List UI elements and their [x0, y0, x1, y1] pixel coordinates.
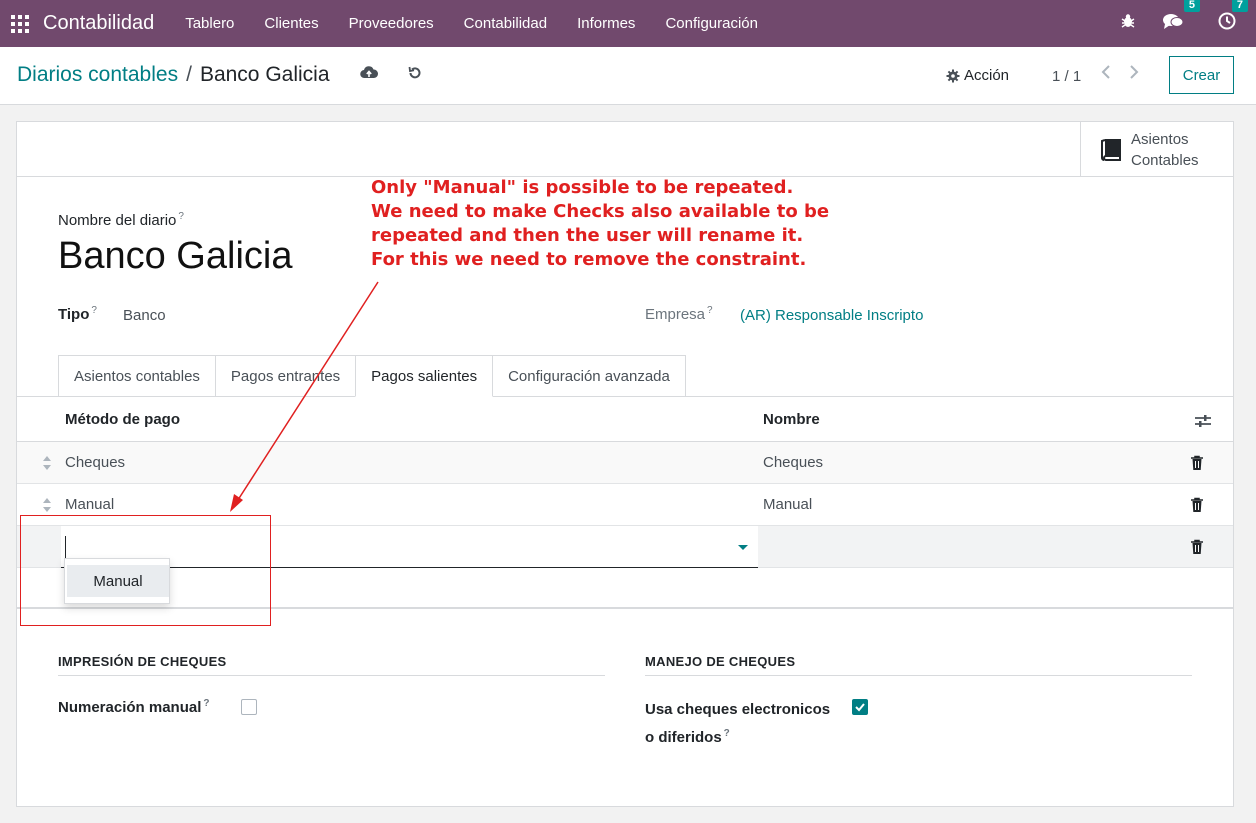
help-icon[interactable]: ?: [707, 305, 713, 316]
messages-icon[interactable]: 5: [1162, 0, 1200, 35]
create-button[interactable]: Crear: [1169, 56, 1234, 94]
journal-entries-smart-button[interactable]: Asientos Contables: [1080, 122, 1233, 177]
annotation-highlight-box: [20, 515, 271, 626]
type-label: Tipo?: [58, 305, 97, 323]
messages-badge: 5: [1183, 0, 1200, 12]
tab-pagos-salientes[interactable]: Pagos salientes: [355, 355, 494, 397]
tab-pagos-entrantes[interactable]: Pagos entrantes: [214, 355, 357, 396]
chevron-right-icon[interactable]: [1129, 65, 1139, 84]
trash-icon[interactable]: [1190, 455, 1204, 475]
type-value[interactable]: Banco: [123, 307, 166, 324]
notebook-tabs: Asientos contables Pagos entrantes Pagos…: [58, 355, 686, 397]
electronic-checks-checkbox[interactable]: [852, 699, 868, 715]
tab-asientos-contables[interactable]: Asientos contables: [58, 355, 216, 396]
menu-item-proveedores[interactable]: Proveedores: [334, 15, 449, 32]
menu-item-clientes[interactable]: Clientes: [249, 15, 333, 32]
clock-icon[interactable]: 7: [1218, 0, 1248, 35]
menu-item-tablero[interactable]: Tablero: [170, 15, 249, 32]
control-panel: Diarios contables / Banco Galicia Acción…: [0, 47, 1256, 105]
check-handling-section-title: MANEJO DE CHEQUES: [645, 654, 1192, 676]
breadcrumb-separator: /: [186, 63, 192, 86]
column-header-name[interactable]: Nombre: [763, 411, 820, 428]
optional-columns-icon[interactable]: [1194, 413, 1212, 433]
manual-numbering-label: Numeración manual?: [58, 698, 210, 716]
tab-configuracion-avanzada[interactable]: Configuración avanzada: [492, 355, 686, 396]
discard-icon[interactable]: [407, 65, 423, 86]
gear-icon: [946, 69, 960, 82]
annotation-text: Only "Manual" is possible to be repeated…: [371, 177, 830, 270]
help-icon[interactable]: ?: [203, 698, 209, 709]
electronic-checks-label: Usa cheques electronicos o diferidos?: [645, 701, 831, 746]
top-navbar: Contabilidad Tablero Clientes Proveedore…: [0, 0, 1256, 47]
action-menu-button[interactable]: Acción: [946, 67, 1009, 84]
journal-name-label: Nombre del diario?: [58, 211, 184, 229]
action-label: Acción: [964, 67, 1010, 84]
activities-badge: 7: [1231, 0, 1248, 12]
breadcrumb-parent[interactable]: Diarios contables: [17, 63, 178, 87]
trash-icon[interactable]: [1190, 497, 1204, 517]
dropdown-arrow-icon[interactable]: [738, 545, 748, 550]
menu-item-informes[interactable]: Informes: [562, 15, 650, 32]
app-name[interactable]: Contabilidad: [43, 12, 154, 35]
table-row[interactable]: Cheques Cheques: [17, 442, 1233, 484]
row-method-cell[interactable]: Manual: [65, 496, 114, 513]
chevron-left-icon[interactable]: [1101, 65, 1111, 84]
journal-entries-label: Asientos Contables: [1131, 130, 1199, 169]
payment-methods-header: Método de pago Nombre: [17, 397, 1233, 442]
navbar-systray: 5 7: [1094, 0, 1256, 47]
manual-numbering-checkbox[interactable]: [241, 699, 257, 715]
row-method-cell[interactable]: Cheques: [65, 454, 125, 471]
column-header-method[interactable]: Método de pago: [65, 411, 180, 428]
breadcrumb-current: Banco Galicia: [199, 63, 330, 86]
help-icon[interactable]: ?: [178, 211, 184, 222]
cloud-upload-icon[interactable]: [360, 65, 379, 86]
help-icon[interactable]: ?: [724, 728, 730, 739]
row-name-cell[interactable]: Manual: [763, 496, 812, 513]
check-printing-section-title: IMPRESIÓN DE CHEQUES: [58, 654, 605, 676]
trash-icon[interactable]: [1190, 539, 1204, 559]
book-icon: [1101, 138, 1121, 161]
drag-handle-icon[interactable]: [42, 497, 52, 513]
apps-menu-icon[interactable]: [11, 14, 29, 33]
company-value[interactable]: (AR) Responsable Inscripto: [740, 307, 923, 324]
pager-value[interactable]: 1 / 1: [1052, 68, 1081, 85]
row-name-cell[interactable]: Cheques: [763, 454, 823, 471]
breadcrumb: Diarios contables / Banco Galicia: [17, 63, 330, 87]
company-label: Empresa?: [645, 305, 713, 323]
help-icon[interactable]: ?: [91, 305, 97, 316]
menu-item-configuracion[interactable]: Configuración: [650, 15, 773, 32]
bug-icon[interactable]: [1120, 13, 1136, 34]
drag-handle-icon[interactable]: [42, 455, 52, 471]
journal-name-field[interactable]: Banco Galicia: [58, 235, 292, 278]
menu-item-contabilidad[interactable]: Contabilidad: [449, 15, 562, 32]
smart-button-box: Asientos Contables: [17, 122, 1233, 177]
checkmark-icon: [855, 703, 865, 712]
